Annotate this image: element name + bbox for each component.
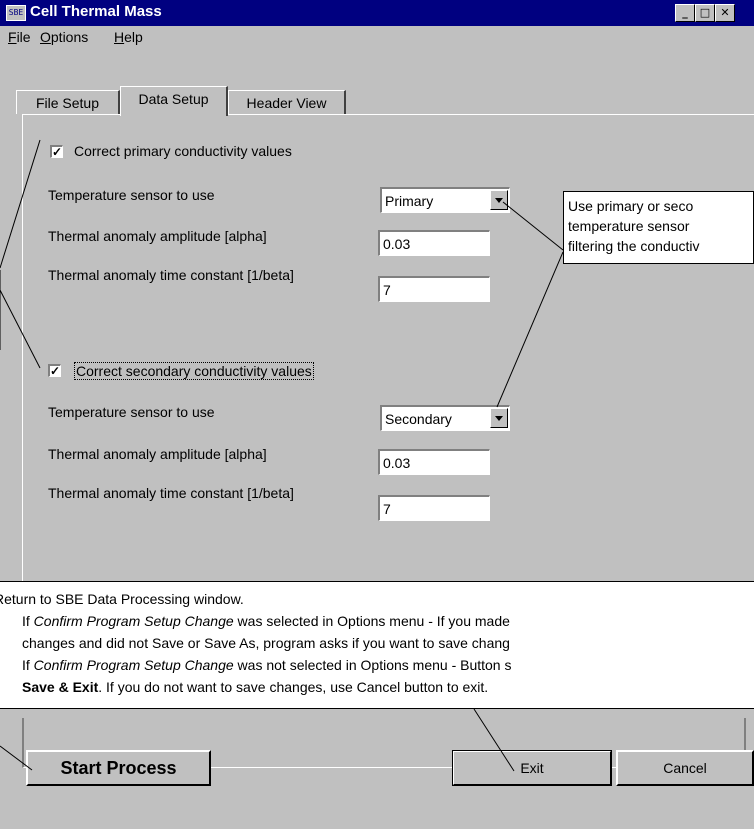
menu-file[interactable]: File: [8, 29, 31, 45]
primary-sensor-label: Temperature sensor to use: [48, 187, 215, 203]
primary-alpha-input[interactable]: 0.03: [378, 230, 490, 256]
close-icon[interactable]: ✕: [715, 4, 735, 22]
menu-help[interactable]: Help: [114, 29, 143, 45]
app-icon: SBE: [6, 5, 26, 21]
exit-callout-text: was selected in Options menu - If you ma…: [233, 613, 510, 629]
sensor-callout-line: temperature sensor: [568, 218, 690, 234]
exit-button[interactable]: Exit: [452, 750, 612, 786]
exit-callout-line: If Confirm Program Setup Change was not …: [22, 654, 754, 676]
primary-alpha-label: Thermal anomaly amplitude [alpha]: [48, 228, 267, 244]
menu-file-label: ile: [16, 29, 31, 45]
sensor-callout-line: Use primary or seco: [568, 198, 694, 214]
menu-bar: File Options Help: [0, 26, 754, 48]
menu-options-accel: O: [40, 29, 51, 45]
secondary-alpha-input[interactable]: 0.03: [378, 449, 490, 475]
tab-header-view[interactable]: Header View: [228, 90, 346, 114]
chevron-down-icon[interactable]: [490, 408, 508, 428]
exit-callout-line: If Confirm Program Setup Change was sele…: [22, 610, 754, 632]
exit-callout: Return to SBE Data Processing window. If…: [0, 581, 754, 709]
start-process-button[interactable]: Start Process: [26, 750, 211, 786]
primary-beta-input[interactable]: 7: [378, 276, 490, 302]
secondary-checkbox-label: Correct secondary conductivity values: [74, 362, 314, 380]
primary-sensor-select[interactable]: Primary: [380, 187, 510, 213]
chevron-down-icon[interactable]: [490, 190, 508, 210]
tab-file-setup[interactable]: File Setup: [16, 90, 120, 114]
menu-options-label: ptions: [50, 29, 89, 45]
menu-file-accel: F: [8, 29, 17, 45]
exit-callout-line: Return to SBE Data Processing window.: [0, 591, 244, 607]
window-title: Cell Thermal Mass: [30, 3, 162, 20]
sensor-callout-line: filtering the conductiv: [568, 238, 700, 254]
tab-data-setup[interactable]: Data Setup: [120, 86, 228, 116]
menu-help-accel: H: [114, 29, 125, 45]
primary-sensor-value: Primary: [385, 193, 434, 209]
exit-callout-emphasis: Confirm Program Setup Change: [33, 657, 234, 673]
title-bar: SBE Cell Thermal Mass _ □ ✕: [0, 0, 754, 26]
exit-callout-emphasis: Confirm Program Setup Change: [33, 613, 234, 629]
maximize-icon[interactable]: □: [695, 4, 715, 22]
exit-callout-bold: Save & Exit: [22, 679, 99, 695]
exit-callout-text: was not selected in Options menu - Butto…: [233, 657, 512, 673]
minimize-icon[interactable]: _: [675, 4, 695, 22]
exit-callout-line: Save & Exit. If you do not want to save …: [22, 676, 754, 698]
secondary-checkbox[interactable]: ✓: [48, 364, 61, 377]
secondary-sensor-label: Temperature sensor to use: [48, 404, 215, 420]
secondary-alpha-label: Thermal anomaly amplitude [alpha]: [48, 446, 267, 462]
primary-checkbox-label: Correct primary conductivity values: [74, 143, 292, 159]
exit-callout-line: changes and did not Save or Save As, pro…: [22, 635, 510, 651]
primary-checkbox[interactable]: ✓: [50, 145, 63, 158]
exit-callout-text: . If you do not want to save changes, us…: [98, 679, 489, 695]
secondary-sensor-select[interactable]: Secondary: [380, 405, 510, 431]
menu-help-label: elp: [124, 29, 143, 45]
exit-callout-text: If: [22, 657, 34, 673]
exit-callout-text: If: [22, 613, 34, 629]
cancel-button[interactable]: Cancel: [616, 750, 754, 786]
secondary-sensor-value: Secondary: [385, 411, 452, 427]
secondary-beta-input[interactable]: 7: [378, 495, 490, 521]
sensor-callout: Use primary or seco temperature sensor f…: [563, 191, 754, 264]
application-window: SBE Cell Thermal Mass _ □ ✕ File Options…: [0, 0, 754, 829]
primary-beta-label: Thermal anomaly time constant [1/beta]: [48, 267, 294, 283]
menu-options[interactable]: Options: [40, 29, 88, 45]
secondary-beta-label: Thermal anomaly time constant [1/beta]: [48, 485, 294, 501]
